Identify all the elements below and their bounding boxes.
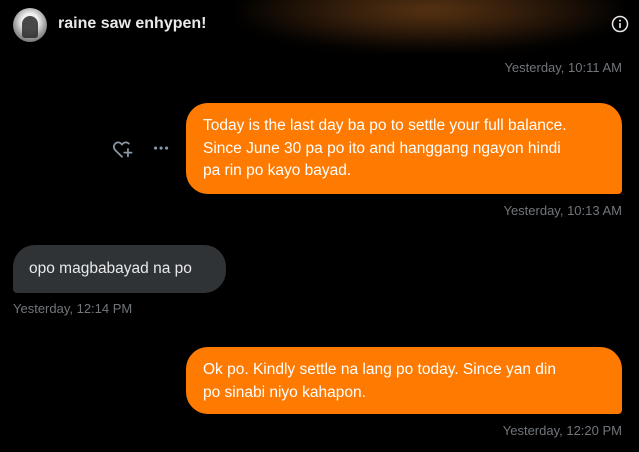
- avatar-figure: [22, 16, 38, 38]
- message-timestamp: Yesterday, 12:20 PM: [502, 423, 622, 438]
- info-circle-icon[interactable]: [611, 15, 629, 33]
- message-timestamp: Yesterday, 10:13 AM: [503, 203, 622, 218]
- contact-name[interactable]: raine saw enhypen!: [58, 15, 207, 33]
- dm-conversation: raine saw enhypen! Yesterday, 10:11 AM T…: [0, 0, 639, 452]
- heart-plus-icon[interactable]: [111, 138, 133, 160]
- incoming-message-bubble[interactable]: opo magbabayad na po: [13, 245, 226, 293]
- conversation-header: raine saw enhypen!: [0, 0, 639, 54]
- previous-message-timestamp: Yesterday, 10:11 AM: [504, 60, 622, 75]
- header-backdrop: [240, 0, 620, 50]
- outgoing-message-bubble[interactable]: Ok po. Kindly settle na lang po today. S…: [186, 347, 622, 414]
- outgoing-message-bubble[interactable]: Today is the last day ba po to settle yo…: [186, 103, 622, 194]
- message-timestamp: Yesterday, 12:14 PM: [13, 301, 133, 316]
- more-dots-icon[interactable]: [151, 138, 173, 160]
- avatar[interactable]: [13, 8, 47, 42]
